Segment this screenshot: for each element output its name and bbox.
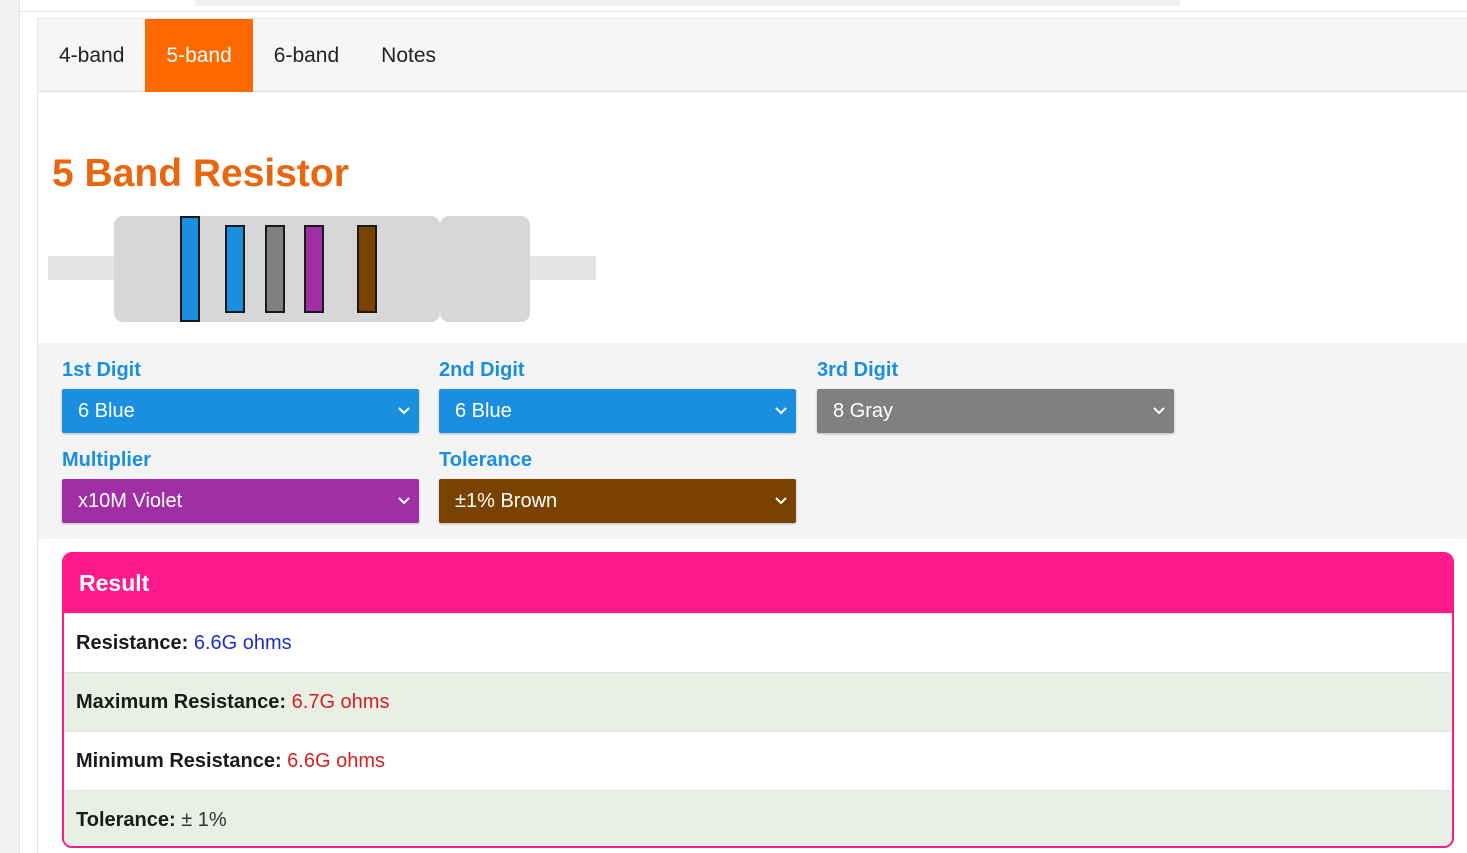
- result-key: Maximum Resistance:: [76, 691, 292, 713]
- digit1-value: 6 Blue: [78, 400, 135, 422]
- tolerance-select[interactable]: ±1% Brown: [439, 479, 796, 523]
- multiplier-label: Multiplier: [62, 449, 151, 471]
- tolerance-value: ±1% Brown: [455, 490, 558, 512]
- result-key: Minimum Resistance:: [76, 750, 288, 772]
- result-row-max-resistance: Maximum Resistance: 6.7G ohms: [64, 672, 1452, 731]
- resistor-body-cap: [440, 216, 530, 322]
- digit2-value: 6 Blue: [455, 400, 512, 422]
- tab-bar: 4-band 5-band 6-band Notes: [38, 18, 1467, 92]
- tolerance-label: Tolerance: [439, 449, 532, 471]
- result-key: Resistance:: [76, 632, 194, 654]
- top-strip-shade: [195, 0, 1180, 6]
- top-strip: [20, 0, 1467, 12]
- tab-4-band[interactable]: 4-band: [38, 19, 145, 92]
- result-row-tolerance: Tolerance: ± 1%: [64, 790, 1452, 846]
- resistor-band-3: [265, 225, 285, 313]
- result-value: 6.6G ohms: [287, 750, 385, 772]
- digit3-label: 3rd Digit: [817, 359, 899, 381]
- chevron-down-icon: [775, 497, 787, 505]
- digit3-field: 3rd Digit 8 Gray: [817, 359, 1174, 433]
- resistor-band-5: [357, 225, 377, 313]
- result-value: 6.6G ohms: [193, 632, 292, 654]
- digit2-label: 2nd Digit: [439, 359, 525, 381]
- resistor-band-2: [225, 225, 245, 313]
- multiplier-value: x10M Violet: [78, 490, 183, 512]
- result-value: ± 1%: [181, 809, 227, 831]
- digit1-select[interactable]: 6 Blue: [62, 389, 419, 433]
- tolerance-field: Tolerance ±1% Brown: [439, 449, 796, 523]
- digit2-field: 2nd Digit 6 Blue: [439, 359, 796, 433]
- tab-content: 5 Band Resistor 1st Digit 6 Blue 2nd Dig…: [38, 92, 1467, 853]
- resistor-lead-right: [528, 256, 596, 280]
- digit3-select[interactable]: 8 Gray: [817, 389, 1174, 433]
- chevron-down-icon: [398, 497, 410, 505]
- resistor-diagram: [48, 216, 598, 326]
- left-rail: [0, 0, 20, 853]
- multiplier-field: Multiplier x10M Violet: [62, 449, 419, 523]
- resistor-band-1: [180, 216, 200, 322]
- result-key: Tolerance:: [76, 809, 182, 831]
- result-title: Result: [64, 554, 1452, 613]
- page-title: 5 Band Resistor: [52, 152, 349, 195]
- chevron-down-icon: [1153, 407, 1165, 415]
- digit2-select[interactable]: 6 Blue: [439, 389, 796, 433]
- chevron-down-icon: [398, 407, 410, 415]
- result-row-resistance: Resistance: 6.6G ohms: [64, 613, 1452, 672]
- calculator-container: 4-band 5-band 6-band Notes 5 Band Resist…: [37, 18, 1467, 853]
- digit1-field: 1st Digit 6 Blue: [62, 359, 419, 433]
- digit1-label: 1st Digit: [62, 359, 141, 381]
- result-panel: Result Resistance: 6.6G ohms Maximum Res…: [62, 552, 1454, 848]
- tab-5-band[interactable]: 5-band: [145, 19, 253, 92]
- multiplier-select[interactable]: x10M Violet: [62, 479, 419, 523]
- resistor-lead-left: [48, 256, 118, 280]
- digit3-value: 8 Gray: [833, 400, 894, 422]
- tab-notes[interactable]: Notes: [360, 19, 457, 92]
- resistor-band-4: [304, 225, 324, 313]
- chevron-down-icon: [775, 407, 787, 415]
- tab-6-band[interactable]: 6-band: [253, 19, 360, 92]
- band-selectors: 1st Digit 6 Blue 2nd Digit 6 Blue 3rd Di…: [38, 343, 1467, 539]
- result-row-min-resistance: Minimum Resistance: 6.6G ohms: [64, 731, 1452, 790]
- result-value: 6.7G ohms: [291, 691, 390, 713]
